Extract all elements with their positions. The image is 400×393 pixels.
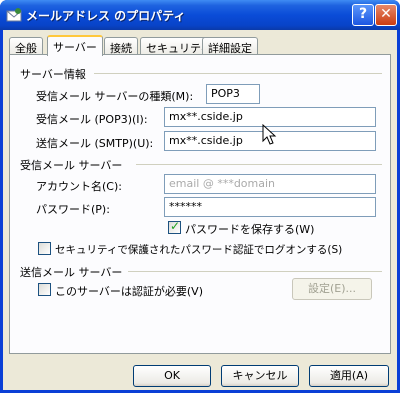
properties-dialog: メールアドレス のプロパティ ? ✕ 全般 サーバー 接続 セキュリティ 詳細設… xyxy=(0,0,400,393)
mail-account-icon xyxy=(6,8,22,22)
title-bar[interactable]: メールアドレス のプロパティ ? ✕ xyxy=(0,0,400,30)
settings-button[interactable]: 設定(E)... xyxy=(292,278,372,300)
server-info-divider xyxy=(94,73,382,74)
dialog-body: 全般 サーバー 接続 セキュリティ 詳細設定 サーバー情報 受信メール サーバー… xyxy=(3,30,397,390)
account-name-field[interactable]: email @ ***domain xyxy=(164,174,376,194)
save-password-checkbox[interactable]: ✓ xyxy=(168,219,181,234)
spa-logon-label[interactable]: セキュリティで保護されたパスワード認証でログオンする(S) xyxy=(55,242,342,257)
outgoing-server-group-label: 送信メール サーバー xyxy=(20,266,123,279)
auth-required-checkbox[interactable] xyxy=(38,283,51,296)
tab-advanced[interactable]: 詳細設定 xyxy=(202,37,258,55)
tab-connection[interactable]: 接続 xyxy=(104,37,138,55)
outgoing-server-label: 送信メール (SMTP)(U): xyxy=(36,137,154,150)
auth-required-label[interactable]: このサーバーは認証が必要(V) xyxy=(55,283,203,299)
server-info-group-label: サーバー情報 xyxy=(20,68,86,81)
incoming-server-divider xyxy=(136,164,382,165)
tab-servers[interactable]: サーバー xyxy=(47,35,103,56)
close-button[interactable]: ✕ xyxy=(375,4,397,26)
password-field[interactable]: ****** xyxy=(164,197,376,217)
incoming-server-label: 受信メール (POP3)(I): xyxy=(36,113,148,126)
help-button[interactable]: ? xyxy=(352,4,374,26)
outgoing-server-divider xyxy=(128,271,382,272)
incoming-type-label: 受信メール サーバーの種類(M): xyxy=(36,90,194,103)
account-name-label: アカウント名(C): xyxy=(36,180,122,193)
cancel-button[interactable]: キャンセル xyxy=(221,365,299,387)
apply-button[interactable]: 適用(A) xyxy=(309,365,389,387)
window-title: メールアドレス のプロパティ xyxy=(26,9,186,23)
save-password-label[interactable]: パスワードを保存する(W) xyxy=(185,221,314,237)
mouse-cursor-icon xyxy=(262,124,277,145)
password-label: パスワード(P): xyxy=(36,203,110,216)
ok-button[interactable]: OK xyxy=(133,365,211,387)
servers-panel: サーバー情報 受信メール サーバーの種類(M): POP3 受信メール (POP… xyxy=(9,54,391,354)
spa-logon-checkbox[interactable] xyxy=(38,242,51,255)
checkmark-icon: ✓ xyxy=(170,219,181,233)
tab-general[interactable]: 全般 xyxy=(9,37,43,55)
incoming-type-field[interactable]: POP3 xyxy=(206,84,260,104)
incoming-server-group-label: 受信メール サーバー xyxy=(20,159,123,172)
